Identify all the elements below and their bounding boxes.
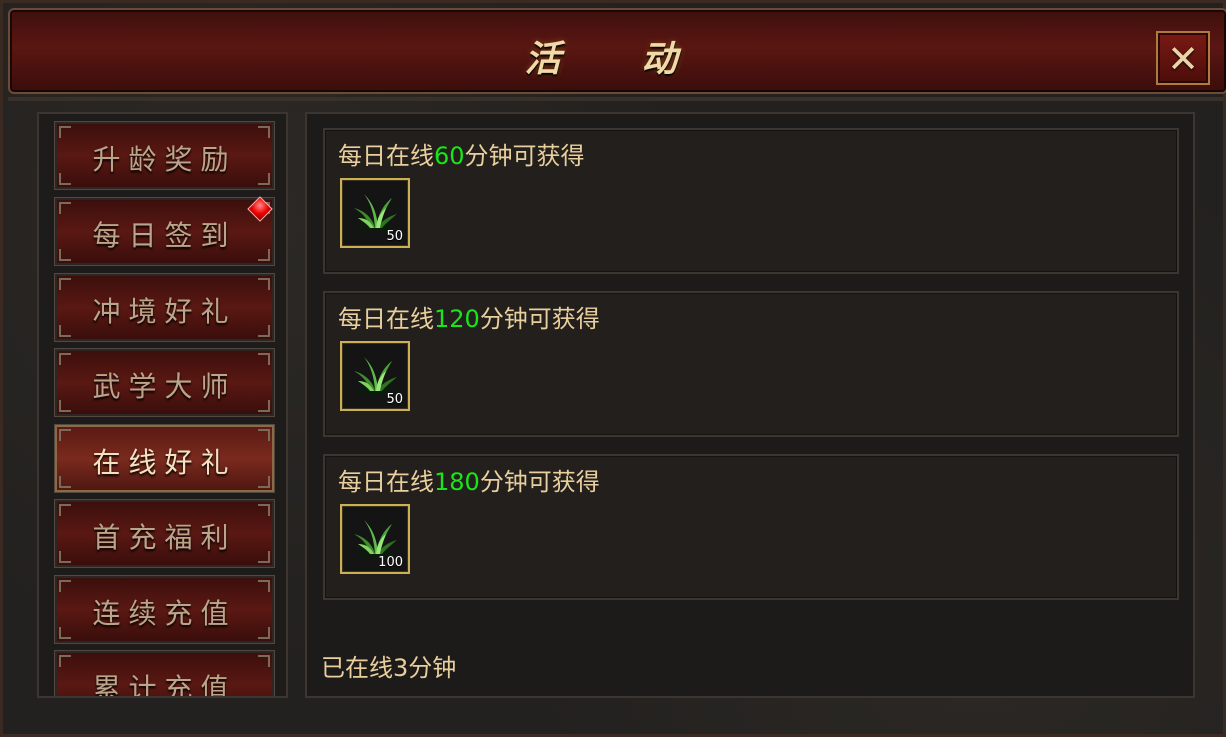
sidebar-item-label: 连续充值	[92, 597, 237, 630]
title-divider	[8, 97, 1224, 101]
minutes-value: 180	[434, 468, 480, 496]
herb-grass-icon	[354, 520, 397, 558]
sidebar-item-continuous-recharge[interactable]: 连续充值	[54, 575, 275, 644]
reward-condition: 每日在线120分钟可获得	[338, 305, 600, 333]
sidebar-item-first-recharge[interactable]: 首充福利	[54, 499, 275, 568]
sidebar-item-label: 升龄奖励	[92, 143, 237, 176]
title-bar: 活 动 ✕	[8, 8, 1226, 94]
sidebar-item-online-gift[interactable]: 在线好礼	[54, 424, 275, 493]
sidebar-item-label: 武学大师	[92, 370, 237, 403]
window-title: 活 动	[524, 38, 712, 80]
sidebar-item-label: 累计充值	[92, 672, 237, 698]
reward-condition: 每日在线180分钟可获得	[338, 468, 600, 496]
reward-item-slot[interactable]: 50	[340, 341, 410, 411]
item-count: 100	[378, 555, 403, 570]
minutes-value: 60	[434, 142, 465, 170]
sidebar-item-label: 首充福利	[92, 521, 237, 554]
close-button[interactable]: ✕	[1156, 31, 1210, 85]
reward-panel: 每日在线60分钟可获得 50 每日在线120分钟可获得 50 每日在线180分钟…	[305, 112, 1195, 698]
item-count: 50	[386, 392, 403, 407]
herb-grass-icon	[354, 357, 397, 395]
sidebar-item-martial-master[interactable]: 武学大师	[54, 348, 275, 417]
reward-item-slot[interactable]: 50	[340, 178, 410, 248]
sidebar-item-realm-gift[interactable]: 冲境好礼	[54, 273, 275, 342]
activity-window: 活 动 ✕ 升龄奖励 每日签到 冲境好礼 武学大师 在线好礼 首充福利 连续充值…	[0, 0, 1226, 737]
activity-sidebar[interactable]: 升龄奖励 每日签到 冲境好礼 武学大师 在线好礼 首充福利 连续充值 累计充值	[37, 112, 288, 698]
close-x-icon: ✕	[1167, 37, 1199, 81]
sidebar-item-label: 每日签到	[92, 219, 237, 252]
sidebar-item-daily-signin[interactable]: 每日签到	[54, 196, 275, 266]
sidebar-item-cumulative-recharge[interactable]: 累计充值	[54, 650, 275, 698]
online-time-status: 已在线3分钟	[321, 654, 457, 682]
sidebar-item-level-reward[interactable]: 升龄奖励	[54, 121, 275, 190]
sidebar-item-label: 冲境好礼	[92, 295, 237, 328]
sidebar-item-label: 在线好礼	[92, 446, 237, 479]
minutes-value: 120	[434, 305, 480, 333]
reward-card: 每日在线180分钟可获得 100	[323, 454, 1179, 600]
reward-card: 每日在线120分钟可获得 50	[323, 291, 1179, 437]
reward-condition: 每日在线60分钟可获得	[338, 142, 585, 170]
reward-item-slot[interactable]: 100	[340, 504, 410, 574]
herb-grass-icon	[354, 194, 397, 232]
reward-card: 每日在线60分钟可获得 50	[323, 128, 1179, 274]
item-count: 50	[386, 229, 403, 244]
